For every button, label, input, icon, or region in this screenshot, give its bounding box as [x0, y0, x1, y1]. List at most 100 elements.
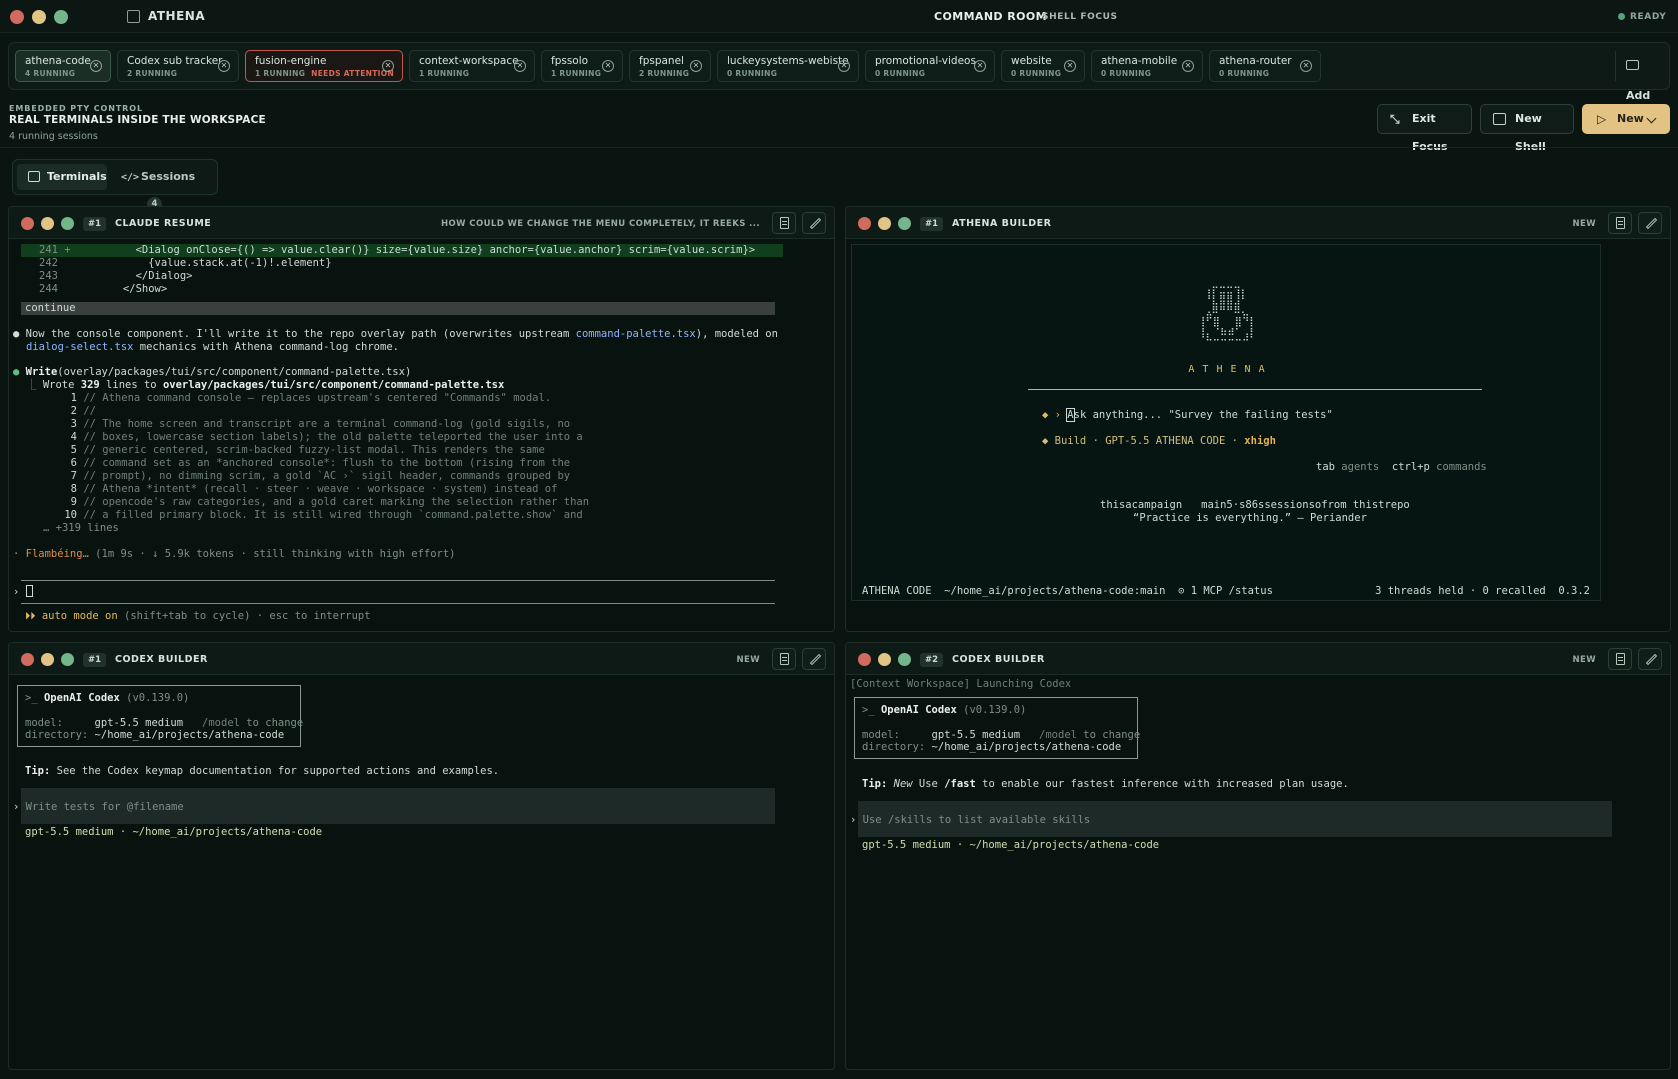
pane-close-button[interactable]	[858, 217, 871, 230]
tab-terminals[interactable]: Terminals	[17, 164, 107, 190]
shortcut-hints: tab agents ctrl+p commands	[1316, 461, 1487, 474]
close-tab-icon[interactable]: ✕	[1064, 60, 1076, 72]
tab-sessions[interactable]: </> Sessions4	[115, 164, 211, 212]
close-tab-icon[interactable]: ✕	[690, 60, 702, 72]
terminal-output[interactable]: ⢀⡤⠤⠤⢤⡀ ⠸⡇⣿⣿⢸⠇ ⢀⣿⠿⠿⣿⡀ ⢰⠟⣶⠀⠀⣶⠻⡆ ⢸⡀⠙⣦⣴⠋⢀⡇ ⠈…	[846, 240, 1670, 631]
document-button[interactable]	[772, 648, 796, 670]
pane-minimize-button[interactable]	[878, 217, 891, 230]
pane-close-button[interactable]	[21, 217, 34, 230]
pane-maximize-button[interactable]	[898, 653, 911, 666]
pane-maximize-button[interactable]	[61, 217, 74, 230]
ask-placeholder: sk anything... "Survey the failing tests…	[1073, 409, 1333, 421]
codex-version: (v0.139.0)	[956, 704, 1027, 716]
close-tab-icon[interactable]: ✕	[218, 60, 230, 72]
pencil-icon	[809, 653, 822, 666]
tool-call: ● Write(overlay/packages/tui/src/compone…	[13, 366, 411, 379]
file-line: 9 // opencode's raw categories, and a go…	[51, 496, 589, 509]
project-tab-fpssolo[interactable]: fpssolo 1 RUNNING ✕	[541, 50, 623, 82]
new-session-label: New	[1617, 112, 1644, 125]
room-mode: SHELL FOCUS	[1042, 12, 1118, 22]
codex-prompt-input[interactable]: › Use /skills to list available skills	[850, 814, 1090, 827]
edit-button[interactable]	[802, 212, 826, 234]
codex-prompt-input[interactable]: › Write tests for @filename	[13, 801, 184, 814]
edit-button[interactable]	[1638, 648, 1662, 670]
line-text: // Athena *intent* (recall · steer · wea…	[83, 483, 558, 495]
project-tab-athena-router[interactable]: athena-router 0 RUNNING ✕	[1209, 50, 1321, 82]
project-tab-website[interactable]: website 0 RUNNING ✕	[1001, 50, 1085, 82]
minimize-window-button[interactable]	[32, 10, 46, 24]
effort-level: xhigh	[1244, 435, 1276, 447]
file-reference[interactable]: dialog-select.tsx	[26, 341, 133, 353]
pane-minimize-button[interactable]	[878, 653, 891, 666]
diff-line: 244 </Show>	[39, 283, 167, 296]
play-icon: ▷	[1597, 112, 1607, 126]
terminal-output[interactable]: >_ OpenAI Codex (v0.139.0) model: gpt-5.…	[9, 676, 834, 1069]
close-tab-icon[interactable]: ✕	[1300, 60, 1312, 72]
chevron-down-icon[interactable]	[1646, 113, 1657, 124]
terminal-output[interactable]: 241 + <Dialog onClose={() => value.clear…	[9, 240, 834, 631]
pane-maximize-button[interactable]	[898, 217, 911, 230]
pane-number-badge: #2	[920, 653, 944, 667]
model-value: gpt-5.5 medium	[94, 717, 184, 729]
project-tab-athena-mobile[interactable]: athena-mobile 0 RUNNING ✕	[1091, 50, 1203, 82]
new-shell-button[interactable]: New Shell	[1480, 104, 1574, 153]
project-tab-codex-sub-tracker[interactable]: Codex sub tracker 2 RUNNING ✕	[117, 50, 239, 82]
view-switcher: Terminals </> Sessions4	[12, 159, 218, 212]
tip-line: thisacampaign main5·s86ssessionsofrom th…	[1100, 499, 1410, 511]
edit-button[interactable]	[802, 648, 826, 670]
diff-line: 242 {value.stack.at(-1)!.element}	[39, 257, 332, 270]
room-title: COMMAND ROOM	[934, 10, 1047, 23]
close-tab-icon[interactable]: ✕	[382, 60, 394, 72]
terminal-output[interactable]: [Context Workspace] Launching Codex >_ O…	[846, 676, 1670, 1069]
maximize-window-button[interactable]	[54, 10, 68, 24]
pane-title: CODEX BUILDER	[952, 654, 1045, 665]
pane-close-button[interactable]	[858, 653, 871, 666]
document-button[interactable]	[772, 212, 796, 234]
codex-status-line: gpt-5.5 medium · ~/home_ai/projects/athe…	[862, 839, 1159, 852]
project-tab-fusion-engine[interactable]: fusion-engine 1 RUNNING NEEDS ATTENTION ✕	[245, 50, 403, 82]
pane-title: ATHENA BUILDER	[952, 218, 1052, 229]
file-reference[interactable]: command-palette.tsx	[576, 328, 696, 340]
codex-prompt-placeholder: Write tests for @filename	[25, 801, 184, 813]
launch-message: [Context Workspace] Launching Codex	[850, 678, 1072, 690]
terminal-pane-codex-builder-2: #2 CODEX BUILDER NEW [Context Workspace]…	[845, 642, 1671, 1070]
document-icon	[1616, 653, 1625, 665]
prompt-input[interactable]: ›	[13, 585, 33, 599]
document-button[interactable]	[1608, 648, 1632, 670]
tool-result: ⎿ Wrote 329 lines to overlay/packages/tu…	[26, 379, 504, 392]
prompt-caret-icon: ›	[850, 814, 863, 826]
line-number: 9	[70, 496, 77, 508]
project-tab-athena-code[interactable]: athena-code 4 RUNNING ✕	[15, 50, 111, 82]
close-tab-icon[interactable]: ✕	[514, 60, 526, 72]
app-checkbox-icon[interactable]	[127, 10, 140, 23]
edit-button[interactable]	[1638, 212, 1662, 234]
close-tab-icon[interactable]: ✕	[838, 60, 850, 72]
assistant-message-cont: dialog-select.tsx mechanics with Athena …	[26, 341, 399, 354]
pane-header: #1 ATHENA BUILDER NEW	[846, 207, 1670, 239]
exit-focus-button[interactable]: ⤡ Exit Focus	[1377, 104, 1472, 153]
close-tab-icon[interactable]: ✕	[90, 60, 102, 72]
pane-minimize-button[interactable]	[41, 217, 54, 230]
close-tab-icon[interactable]: ✕	[974, 60, 986, 72]
project-tab-promotional-videos[interactable]: promotional-videos 0 RUNNING ✕	[865, 50, 995, 82]
pane-minimize-button[interactable]	[41, 653, 54, 666]
project-tab-fpspanel[interactable]: fpspanel 2 RUNNING ✕	[629, 50, 711, 82]
close-window-button[interactable]	[10, 10, 24, 24]
document-button[interactable]	[1608, 212, 1632, 234]
new-session-button[interactable]: ▷ New	[1582, 104, 1670, 134]
codex-box-title: >_ OpenAI Codex (v0.139.0)	[25, 692, 189, 705]
pane-title: CODEX BUILDER	[115, 654, 208, 665]
close-tab-icon[interactable]: ✕	[602, 60, 614, 72]
file-line: 2 //	[51, 405, 96, 418]
close-tab-icon[interactable]: ✕	[1182, 60, 1194, 72]
add-project-button[interactable]: Add	[1615, 51, 1663, 102]
user-message-bar	[21, 302, 775, 315]
line-number: 7	[70, 470, 77, 482]
pane-maximize-button[interactable]	[61, 653, 74, 666]
codex-directory-row: directory: ~/home_ai/projects/athena-cod…	[862, 741, 1121, 754]
ask-input[interactable]: ◆ › Ask anything... "Survey the failing …	[1042, 408, 1333, 422]
project-tab-context-workspace[interactable]: context-workspace 1 RUNNING ✕	[409, 50, 535, 82]
pane-close-button[interactable]	[21, 653, 34, 666]
header-divider	[0, 147, 1678, 148]
project-tab-luckeysystems-webiste[interactable]: luckeysystems-webiste 0 RUNNING ✕	[717, 50, 859, 82]
